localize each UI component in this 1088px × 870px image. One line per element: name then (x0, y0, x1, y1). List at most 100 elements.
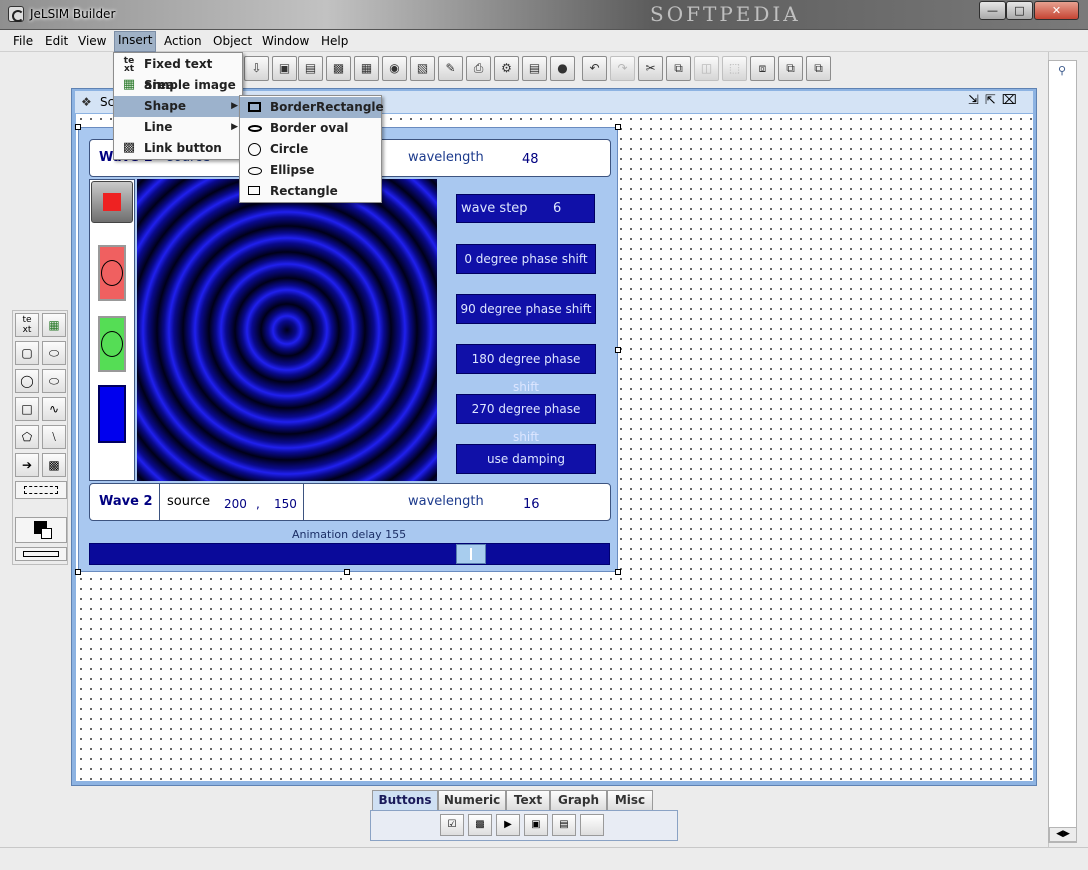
image-tool-icon[interactable]: ▦ (42, 313, 66, 337)
close-button[interactable]: ✕ (1034, 1, 1079, 20)
tab-misc[interactable]: Misc (607, 790, 653, 811)
wave-step-label: wave step (461, 201, 528, 216)
menu-item-border-oval[interactable]: Border oval (240, 118, 381, 139)
send-back-icon[interactable]: ⧉ (806, 56, 831, 81)
stop-button[interactable] (91, 181, 133, 223)
select-icon[interactable]: ⬚ (722, 56, 747, 81)
export-icon[interactable]: ▧ (410, 56, 435, 81)
empty-slot-button[interactable] (580, 814, 604, 836)
paste-icon[interactable]: ◫ (694, 56, 719, 81)
wave2-source-y[interactable]: 150 (274, 497, 297, 511)
curve-tool-icon[interactable]: ∿ (42, 397, 66, 421)
resize-handle[interactable] (344, 569, 350, 575)
menu-item-simple-image[interactable]: ▦ Simple image (114, 75, 242, 96)
menu-item-fixed-text-area[interactable]: te xt Fixed text area (114, 54, 242, 93)
menu-item-border-rectangle[interactable]: BorderRectangle (240, 97, 384, 118)
copy-icon[interactable]: ⧉ (666, 56, 691, 81)
line-tool-icon[interactable]: ⧵ (42, 425, 66, 449)
menu-item-link-button[interactable]: ▩ Link button (114, 138, 242, 159)
checkbox-button-icon[interactable]: ☑ (440, 814, 464, 836)
redo-icon[interactable]: ↷ (610, 56, 635, 81)
tab-buttons[interactable]: Buttons (372, 790, 438, 811)
import-icon[interactable]: ⇩ (244, 56, 269, 81)
blue-indicator-icon[interactable] (98, 385, 126, 443)
menu-item-circle[interactable]: Circle (240, 139, 381, 160)
tab-graph[interactable]: Graph (550, 790, 607, 811)
resize-handle[interactable] (615, 569, 621, 575)
bring-front-icon[interactable]: ⧉ (778, 56, 803, 81)
resize-handle[interactable] (615, 124, 621, 130)
maximize-button[interactable]: □ (1006, 1, 1033, 20)
document-window-controls[interactable]: ⇲⇱⌧ (968, 93, 1023, 108)
rectangle-tool-icon[interactable]: □ (15, 397, 39, 421)
circle-tool-icon[interactable]: ◯ (15, 369, 39, 393)
border-rectangle-tool-icon[interactable]: ▢ (15, 341, 39, 365)
menu-item-ellipse[interactable]: Ellipse (240, 160, 381, 181)
selection-tool[interactable] (15, 481, 67, 499)
tab-numeric[interactable]: Numeric (438, 790, 506, 811)
open-folder-icon[interactable]: ▤ (298, 56, 323, 81)
menu-item-rectangle[interactable]: Rectangle (240, 181, 381, 202)
line-width-icon[interactable] (15, 547, 67, 561)
run-icon[interactable]: ⚙ (494, 56, 519, 81)
scroll-arrows-icon[interactable]: ◀▶ (1049, 827, 1077, 842)
color-picker-icon[interactable] (15, 517, 67, 543)
border-oval-tool-icon[interactable]: ⬭ (42, 341, 66, 365)
wave2-wavelength-value[interactable]: 16 (523, 497, 540, 512)
phase-0-button[interactable]: 0 degree phase shift (456, 244, 596, 274)
toggle-button-icon[interactable]: ▣ (524, 814, 548, 836)
resize-handle[interactable] (75, 124, 81, 130)
link-button-icon[interactable]: ▩ (468, 814, 492, 836)
menu-action[interactable]: Action (161, 32, 205, 51)
red-indicator-icon[interactable] (98, 245, 126, 301)
pin-icon[interactable]: ⚲ (1058, 64, 1066, 77)
arrow-tool-icon[interactable]: ➔ (15, 453, 39, 477)
ellipse-icon (248, 167, 262, 175)
wave2-source-label: source (167, 494, 211, 509)
menu-item-line[interactable]: Line ▶ (114, 117, 242, 138)
menu-window[interactable]: Window (259, 32, 312, 51)
menu-edit[interactable]: Edit (42, 32, 71, 51)
print-icon[interactable]: ⎙ (466, 56, 491, 81)
resize-handle[interactable] (615, 347, 621, 353)
slider-thumb[interactable] (456, 544, 486, 564)
save-icon[interactable]: ▩ (326, 56, 351, 81)
wave-step-box[interactable]: wave step 6 (456, 194, 595, 223)
menu-help[interactable]: Help (318, 32, 351, 51)
watermark: SOFTPEDIA (650, 2, 801, 26)
green-indicator-icon[interactable] (98, 316, 126, 372)
phase-270-button[interactable]: 270 degree phase shift (456, 394, 596, 444)
minimize-button[interactable]: — (979, 1, 1006, 20)
resize-handle[interactable] (75, 569, 81, 575)
tab-text[interactable]: Text (506, 790, 550, 811)
preview-icon[interactable]: ▤ (522, 56, 547, 81)
web-icon[interactable]: ● (550, 56, 575, 81)
open-icon[interactable]: ▣ (272, 56, 297, 81)
wave1-wavelength-value[interactable]: 48 (522, 152, 539, 167)
menu-object[interactable]: Object (210, 32, 255, 51)
phase-180-button[interactable]: 180 degree phase shift (456, 344, 596, 394)
wave2-source-x[interactable]: 200 (224, 497, 247, 511)
undo-icon[interactable]: ↶ (582, 56, 607, 81)
edit-icon[interactable]: ✎ (438, 56, 463, 81)
wave-interference-display[interactable] (137, 179, 437, 481)
right-scroll-area[interactable] (1048, 60, 1077, 843)
use-damping-button[interactable]: use damping (456, 444, 596, 474)
text-tool-icon[interactable]: te xt (15, 313, 39, 337)
cut-icon[interactable]: ✂ (638, 56, 663, 81)
menu-file[interactable]: File (10, 32, 36, 51)
animation-delay-slider[interactable] (89, 543, 610, 565)
polygon-tool-icon[interactable]: ⬠ (15, 425, 39, 449)
link-tool-icon[interactable]: ▩ (42, 453, 66, 477)
save-all-icon[interactable]: ▦ (354, 56, 379, 81)
align-icon[interactable]: ⧈ (750, 56, 775, 81)
phase-90-button[interactable]: 90 degree phase shift (456, 294, 596, 324)
image-button-icon[interactable]: ▤ (552, 814, 576, 836)
applet-icon[interactable]: ◉ (382, 56, 407, 81)
menu-insert[interactable]: Insert (114, 31, 157, 52)
menu-view[interactable]: View (75, 32, 109, 51)
action-button-icon[interactable]: ▶ (496, 814, 520, 836)
ellipse-tool-icon[interactable]: ⬭ (42, 369, 66, 393)
wave-step-value[interactable]: 6 (553, 195, 561, 222)
menu-item-shape[interactable]: Shape ▶ (114, 96, 242, 117)
